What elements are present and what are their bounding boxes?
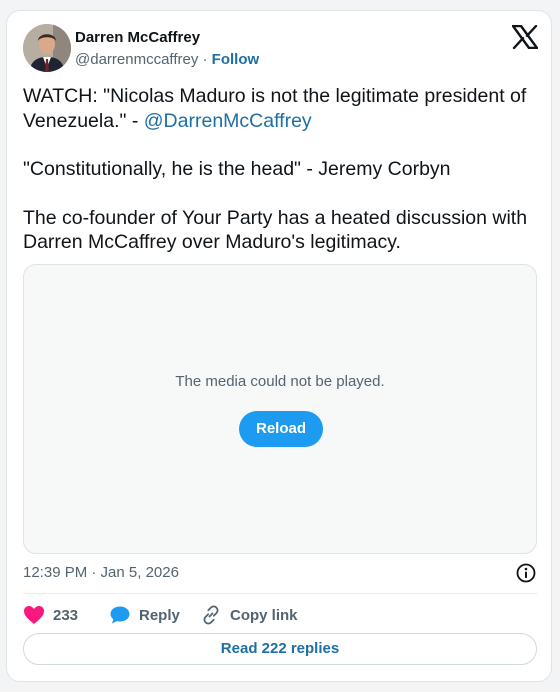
- author-name[interactable]: Darren McCaffrey: [75, 29, 200, 46]
- tweet-paragraph-2: "Constitutionally, he is the head" - Jer…: [23, 158, 451, 180]
- reload-button[interactable]: Reload: [239, 411, 323, 447]
- x-logo-icon[interactable]: [511, 24, 539, 50]
- reply-button[interactable]: Reply: [109, 603, 180, 627]
- author-handle[interactable]: @darrenmccaffrey: [75, 51, 198, 68]
- tweet-paragraph-1: WATCH: "Nicolas Maduro is not the legiti…: [23, 84, 533, 133]
- read-replies-button[interactable]: Read 222 replies: [23, 633, 537, 665]
- divider: [23, 593, 537, 594]
- link-icon: [200, 604, 222, 626]
- copy-link-button[interactable]: Copy link: [200, 603, 298, 627]
- media-container: The media could not be played. Reload: [23, 264, 537, 554]
- tweet-text: WATCH: "Nicolas Maduro is not the legiti…: [23, 84, 533, 255]
- speech-bubble-icon: [109, 605, 131, 625]
- media-error-message: The media could not be played.: [175, 373, 385, 390]
- reply-label: Reply: [139, 606, 180, 624]
- handle-separator: ·: [198, 51, 212, 68]
- info-icon[interactable]: [515, 562, 537, 584]
- like-button[interactable]: 233: [23, 603, 78, 627]
- heart-icon: [23, 605, 45, 625]
- copy-link-label: Copy link: [230, 606, 298, 624]
- avatar[interactable]: [23, 24, 71, 72]
- mention-link[interactable]: @DarrenMcCaffrey: [144, 110, 312, 132]
- tweet-timestamp[interactable]: 12:39 PM · Jan 5, 2026: [23, 564, 179, 581]
- follow-button[interactable]: Follow: [212, 51, 260, 68]
- tweet-paragraph-3: The co-founder of Your Party has a heate…: [23, 206, 528, 254]
- tweet-card: Darren McCaffrey @darrenmccaffrey · Foll…: [6, 10, 552, 682]
- like-count: 233: [53, 606, 79, 624]
- author-handle-row: @darrenmccaffrey · Follow: [75, 51, 259, 68]
